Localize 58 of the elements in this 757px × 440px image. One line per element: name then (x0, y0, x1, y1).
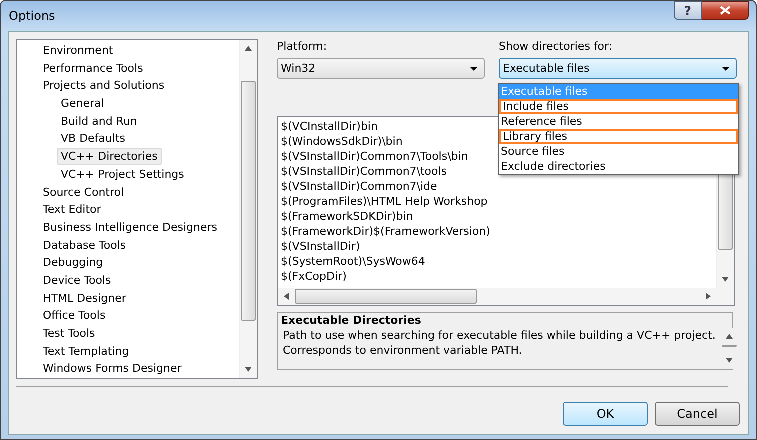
platform-label: Platform: (277, 40, 328, 53)
directory-item[interactable]: $(VSInstallDir) (281, 239, 713, 254)
tree-item[interactable]: Build and Run (57, 112, 142, 130)
tree-item[interactable]: HTML Designer (39, 290, 130, 307)
close-icon (720, 6, 730, 15)
tree-item[interactable]: Environment (39, 42, 118, 59)
window-title: Options (9, 9, 56, 23)
help-button[interactable]: ? (674, 1, 702, 20)
dropdown-option[interactable]: Exclude directories (499, 159, 738, 174)
tree-item[interactable]: Office Tools (39, 307, 110, 324)
show-directories-label: Show directories for: (499, 40, 614, 53)
scroll-thumb[interactable] (295, 289, 478, 304)
dropdown-option[interactable]: Source files (499, 144, 738, 159)
directory-item[interactable]: $(FxCopDir) (281, 269, 713, 284)
tree-item[interactable]: Debugging (39, 254, 108, 272)
scroll-up-icon[interactable] (726, 334, 733, 339)
tree-item[interactable]: Device Tools (39, 272, 116, 289)
directory-item[interactable]: $(ProgramFiles)\HTML Help Workshop (281, 194, 713, 209)
tree-item[interactable]: Performance Tools (39, 60, 148, 77)
description-text: Path to use when searching for executable files while building a VC++ project. (283, 328, 716, 343)
caret-icon (470, 66, 478, 70)
scroll-thumb[interactable] (241, 81, 256, 322)
scroll-down-icon[interactable] (245, 367, 252, 372)
horizontal-scrollbar[interactable] (278, 288, 734, 305)
dropdown-option[interactable]: Reference files (499, 114, 738, 129)
tree-item[interactable]: General (57, 95, 108, 112)
directory-item[interactable]: $(FrameworkSDKDir)bin (281, 209, 713, 224)
tree-item[interactable]: VB Defaults (57, 130, 130, 148)
dialog-button[interactable]: Cancel (655, 402, 740, 426)
tree-item[interactable]: VC++ Project Settings (57, 166, 188, 183)
directories-dropdown[interactable]: Executable files (499, 58, 737, 79)
scroll-thumb[interactable] (722, 345, 737, 347)
dropdown-option[interactable]: Library files (499, 129, 738, 144)
tree-item[interactable]: VC++ Directories (57, 148, 162, 166)
dialog-button[interactable]: OK (563, 402, 648, 426)
tree-item[interactable]: Windows Forms Designer (39, 360, 186, 378)
scroll-left-icon[interactable] (284, 293, 289, 300)
platform-dropdown[interactable]: Win32 (277, 58, 485, 79)
scroll-up-icon[interactable] (245, 46, 252, 51)
scroll-right-icon[interactable] (706, 293, 711, 300)
directory-item[interactable]: $(VSInstallDir)Common7\ide (281, 179, 713, 194)
tree-item[interactable]: Source Control (39, 184, 128, 200)
dropdown-option[interactable]: Include files (499, 99, 738, 114)
description-text: Corresponds to environment variable PATH. (283, 343, 524, 358)
scrollbar[interactable] (239, 40, 257, 378)
tree-item[interactable]: Projects and Solutions (39, 77, 169, 94)
caret-icon (722, 66, 730, 70)
directory-item[interactable]: $(SystemRoot)\SysWow64 (281, 254, 713, 269)
scroll-down-icon[interactable] (726, 358, 733, 363)
tree-item[interactable]: Text Editor (39, 201, 106, 218)
tree-item[interactable]: Business Intelligence Designers (39, 218, 222, 236)
tree-item[interactable]: Database Tools (39, 236, 130, 254)
scroll-down-icon[interactable] (722, 277, 729, 282)
description-title: Executable Directories (280, 313, 422, 328)
close-button[interactable] (702, 1, 749, 20)
tree-item[interactable]: Text Templating (39, 342, 134, 360)
directory-item[interactable]: $(FrameworkDir)$(FrameworkVersion) (281, 224, 713, 239)
tree-item[interactable]: Test Tools (39, 325, 100, 342)
